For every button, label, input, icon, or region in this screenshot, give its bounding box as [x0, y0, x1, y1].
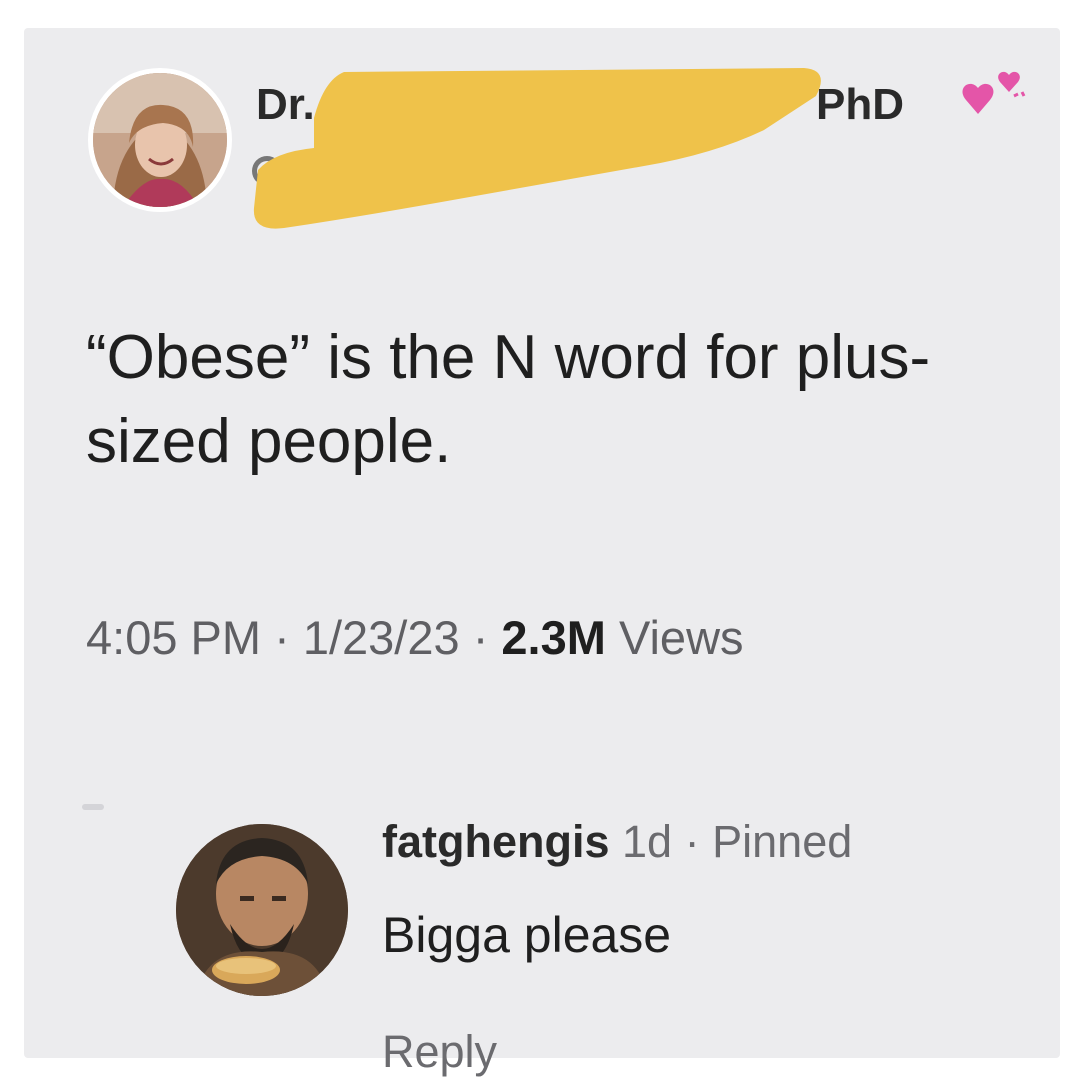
post-card: Dr. PhD “Obese” is the N word for plus-s…: [24, 28, 1060, 1077]
reply-username[interactable]: fatghengis: [382, 816, 610, 867]
pinned-label: Pinned: [712, 816, 853, 867]
views-count: 2.3M: [501, 611, 606, 664]
reply-author-avatar[interactable]: [176, 824, 348, 996]
reply-age: 1d: [622, 816, 673, 867]
reply-button[interactable]: Reply: [382, 1026, 497, 1078]
two-hearts-icon: [962, 71, 1026, 114]
tweet-date: 1/23/23: [302, 611, 460, 664]
reply-avatar-image: [176, 824, 348, 996]
meta-separator: ·: [472, 611, 489, 664]
views-label[interactable]: Views: [619, 611, 744, 664]
tweet-meta-row: 4:05 PM · 1/23/23 · 2.3M Views: [86, 610, 744, 665]
screenshot-frame: Dr. PhD “Obese” is the N word for plus-s…: [0, 0, 1068, 1077]
reply-separator: ·: [684, 816, 700, 867]
reply-meta-row: fatghengis 1d · Pinned: [382, 816, 852, 868]
tweet-text: “Obese” is the N word for plus-sized peo…: [86, 323, 931, 476]
divider-mark: [82, 804, 104, 810]
author-avatar-image: [93, 73, 227, 207]
author-avatar[interactable]: [88, 68, 232, 212]
reply-text: Bigga please: [382, 907, 672, 963]
tweet-time: 4:05 PM: [86, 611, 262, 664]
redaction-mark: [253, 68, 821, 229]
meta-separator: ·: [274, 611, 290, 664]
